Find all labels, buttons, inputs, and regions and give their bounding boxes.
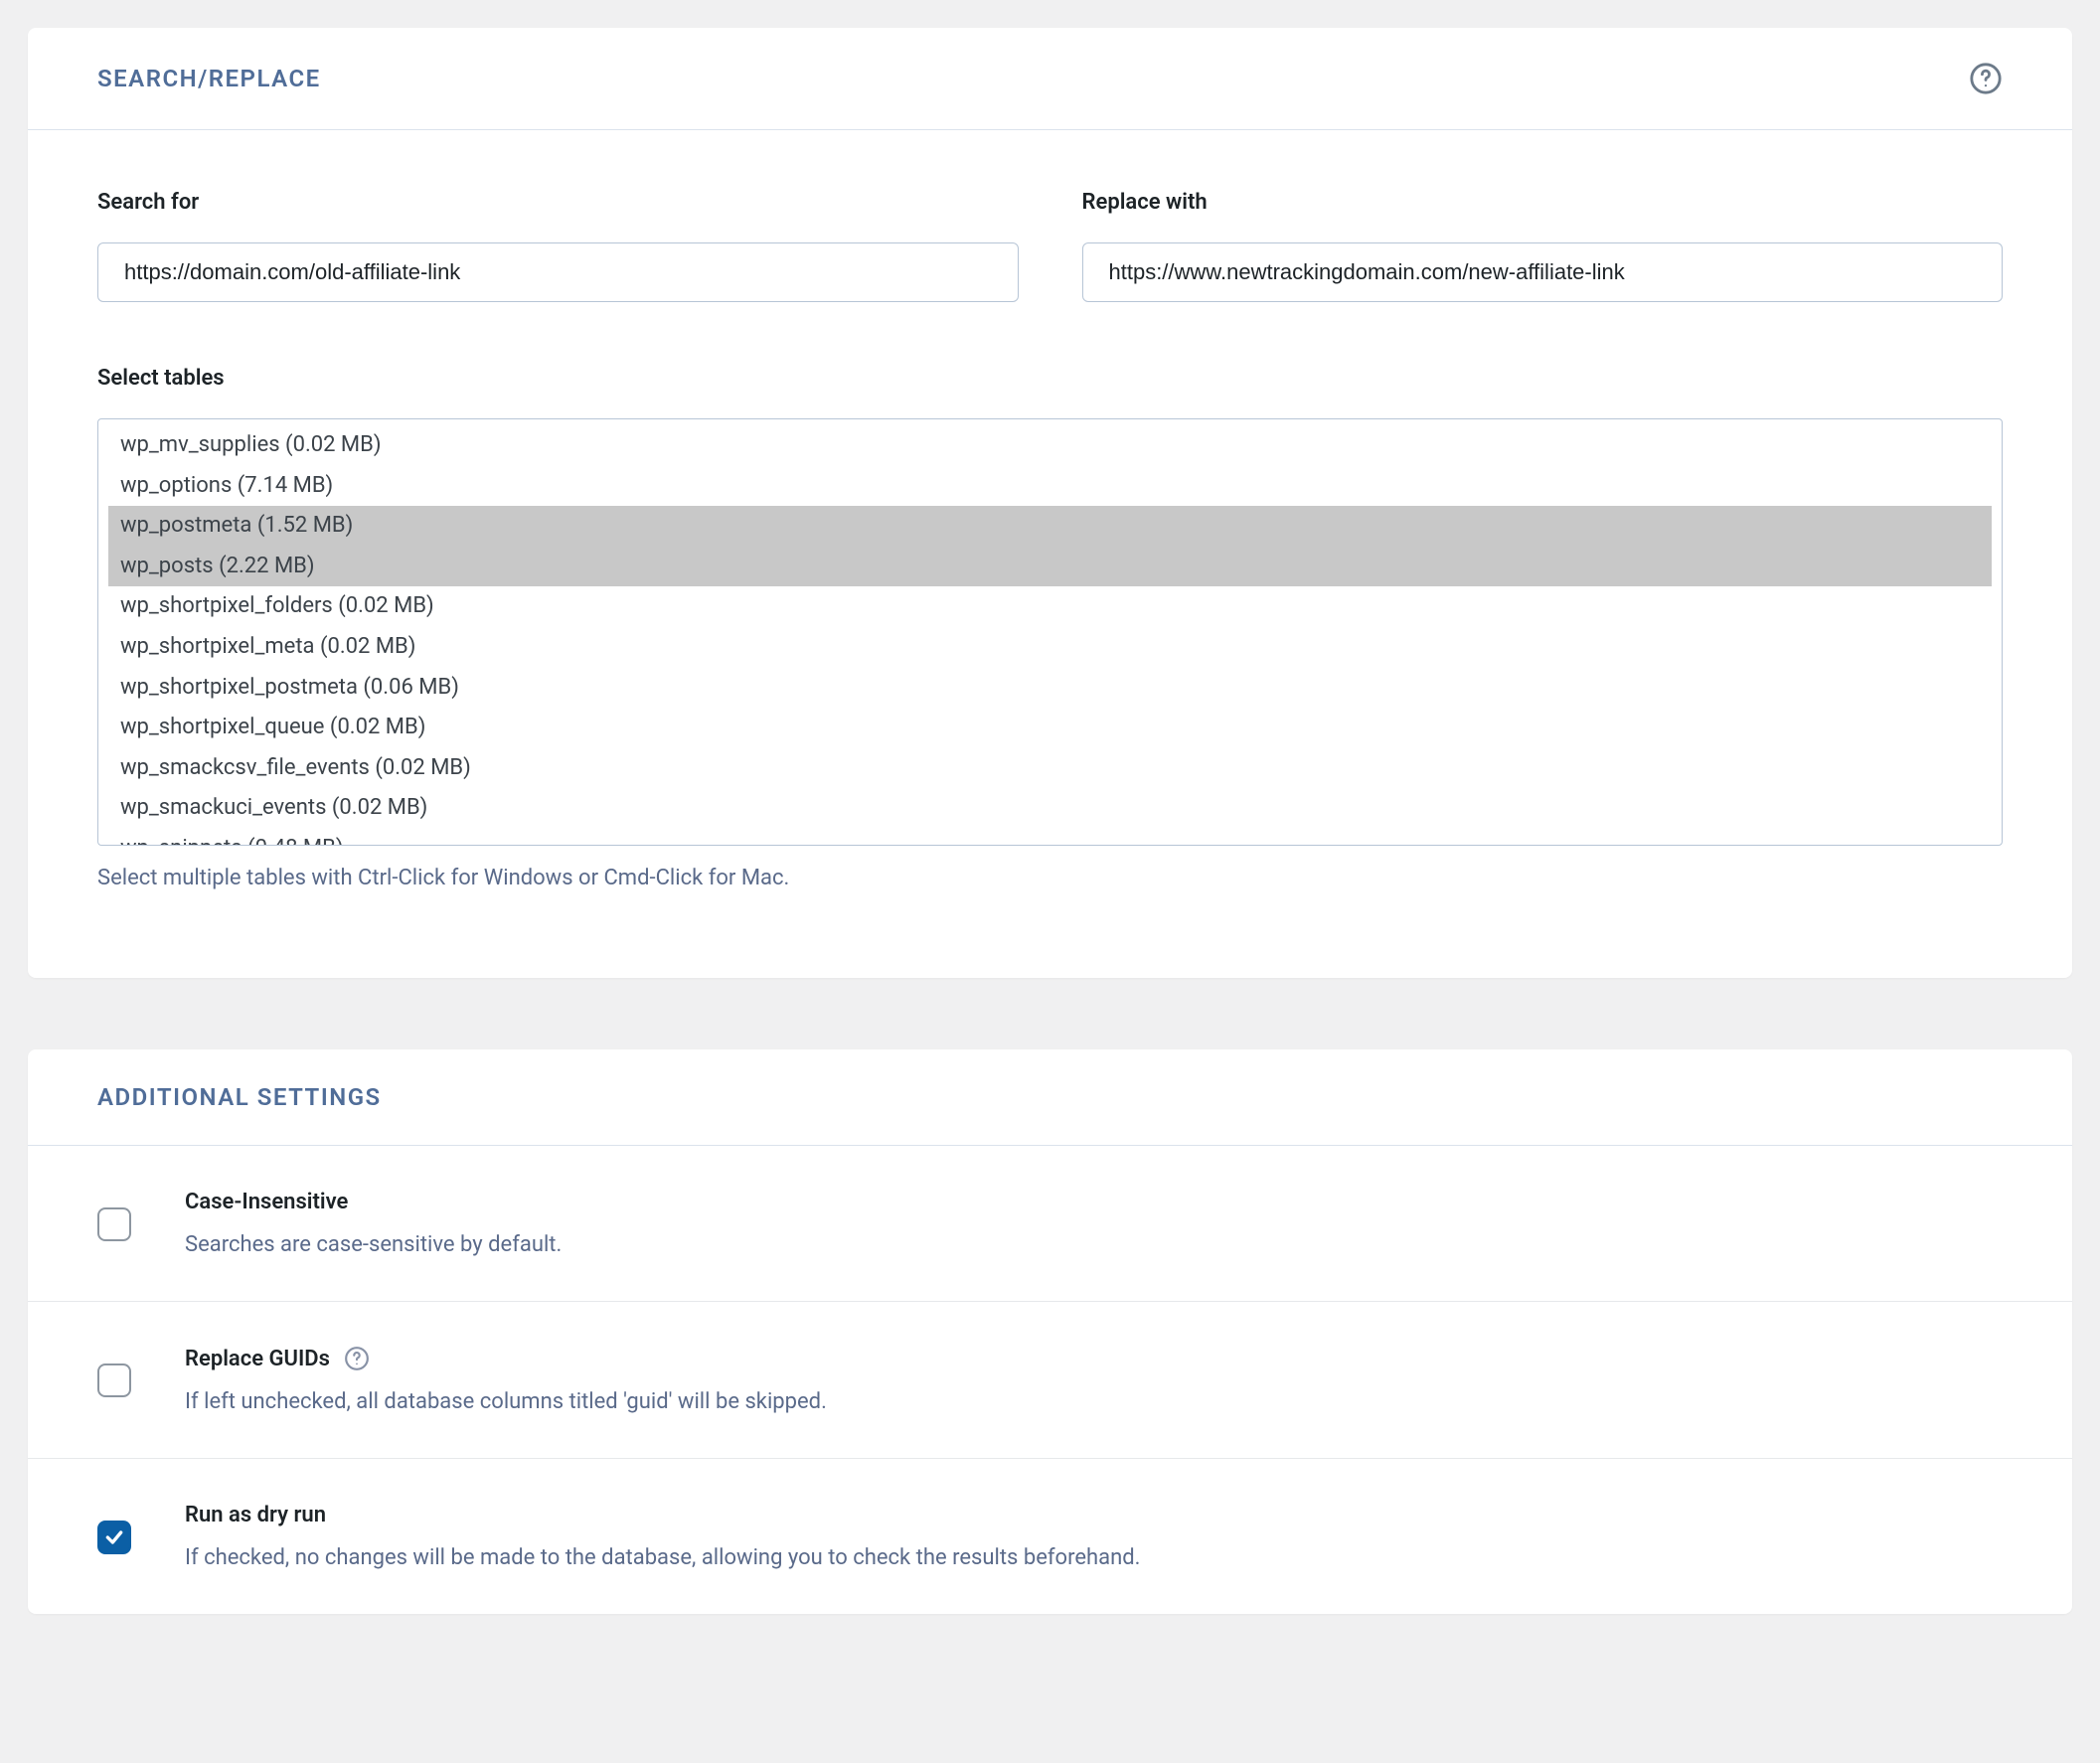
setting-text: Case-Insensitive Searches are case-sensit… [185,1190,2003,1257]
search-replace-panel: SEARCH/REPLACE Search for Replace with S… [28,28,2072,978]
setting-text: Run as dry run If checked, no changes wil… [185,1503,2003,1570]
setting-row: Case-Insensitive Searches are case-sensit… [28,1146,2072,1302]
search-for-field: Search for [97,190,1019,302]
checkbox-wrap [97,1190,131,1241]
checkbox-wrap [97,1503,131,1554]
table-option[interactable]: wp_shortpixel_folders (0.02 MB) [108,586,1992,627]
fields-row: Search for Replace with [97,190,2003,302]
table-option[interactable]: wp_mv_supplies (0.02 MB) [108,425,1992,466]
setting-description: Searches are case-sensitive by default. [185,1232,2003,1257]
checkbox[interactable] [97,1521,131,1554]
additional-settings-panel: ADDITIONAL SETTINGS Case-Insensitive Sear… [28,1049,2072,1614]
search-for-input[interactable] [97,242,1019,302]
tables-helper-text: Select multiple tables with Ctrl-Click f… [97,866,2003,890]
select-tables-field: Select tables wp_mv_supplies (0.02 MB)wp… [97,366,2003,890]
checkbox-wrap [97,1346,131,1397]
setting-description: If left unchecked, all database columns … [185,1389,2003,1414]
panel-header: SEARCH/REPLACE [28,28,2072,130]
table-option[interactable]: wp_posts (2.22 MB) [108,547,1992,587]
table-option[interactable]: wp_shortpixel_queue (0.02 MB) [108,708,1992,748]
setting-title: Run as dry run [185,1503,2003,1527]
tables-listbox[interactable]: wp_mv_supplies (0.02 MB)wp_options (7.14… [97,418,2003,846]
table-option[interactable]: wp_shortpixel_meta (0.02 MB) [108,627,1992,668]
table-option[interactable]: wp_postmeta (1.52 MB) [108,506,1992,547]
panel-header: ADDITIONAL SETTINGS [28,1049,2072,1146]
setting-row: Run as dry run If checked, no changes wil… [28,1459,2072,1614]
search-for-label: Search for [97,190,1019,215]
setting-row: Replace GUIDs If left unchecked, all data… [28,1302,2072,1459]
replace-with-label: Replace with [1082,190,2004,215]
replace-with-field: Replace with [1082,190,2004,302]
table-option[interactable]: wp_smackuci_events (0.02 MB) [108,788,1992,829]
help-icon[interactable] [344,1346,370,1371]
settings-rows: Case-Insensitive Searches are case-sensit… [28,1146,2072,1614]
table-option[interactable]: wp_snippets (0.48 MB) [108,829,1992,846]
checkbox[interactable] [97,1363,131,1397]
setting-title: Case-Insensitive [185,1190,2003,1214]
panel-body: Search for Replace with Select tables wp… [28,130,2072,978]
replace-with-input[interactable] [1082,242,2004,302]
select-tables-label: Select tables [97,366,2003,391]
table-option[interactable]: wp_shortpixel_postmeta (0.06 MB) [108,668,1992,709]
panel-title: SEARCH/REPLACE [97,65,321,92]
setting-description: If checked, no changes will be made to t… [185,1545,2003,1570]
setting-title: Replace GUIDs [185,1346,2003,1371]
table-option[interactable]: wp_smackcsv_file_events (0.02 MB) [108,748,1992,789]
panel-title: ADDITIONAL SETTINGS [97,1083,382,1111]
setting-text: Replace GUIDs If left unchecked, all data… [185,1346,2003,1414]
checkbox[interactable] [97,1207,131,1241]
help-icon[interactable] [1969,62,2003,95]
table-option[interactable]: wp_options (7.14 MB) [108,466,1992,507]
